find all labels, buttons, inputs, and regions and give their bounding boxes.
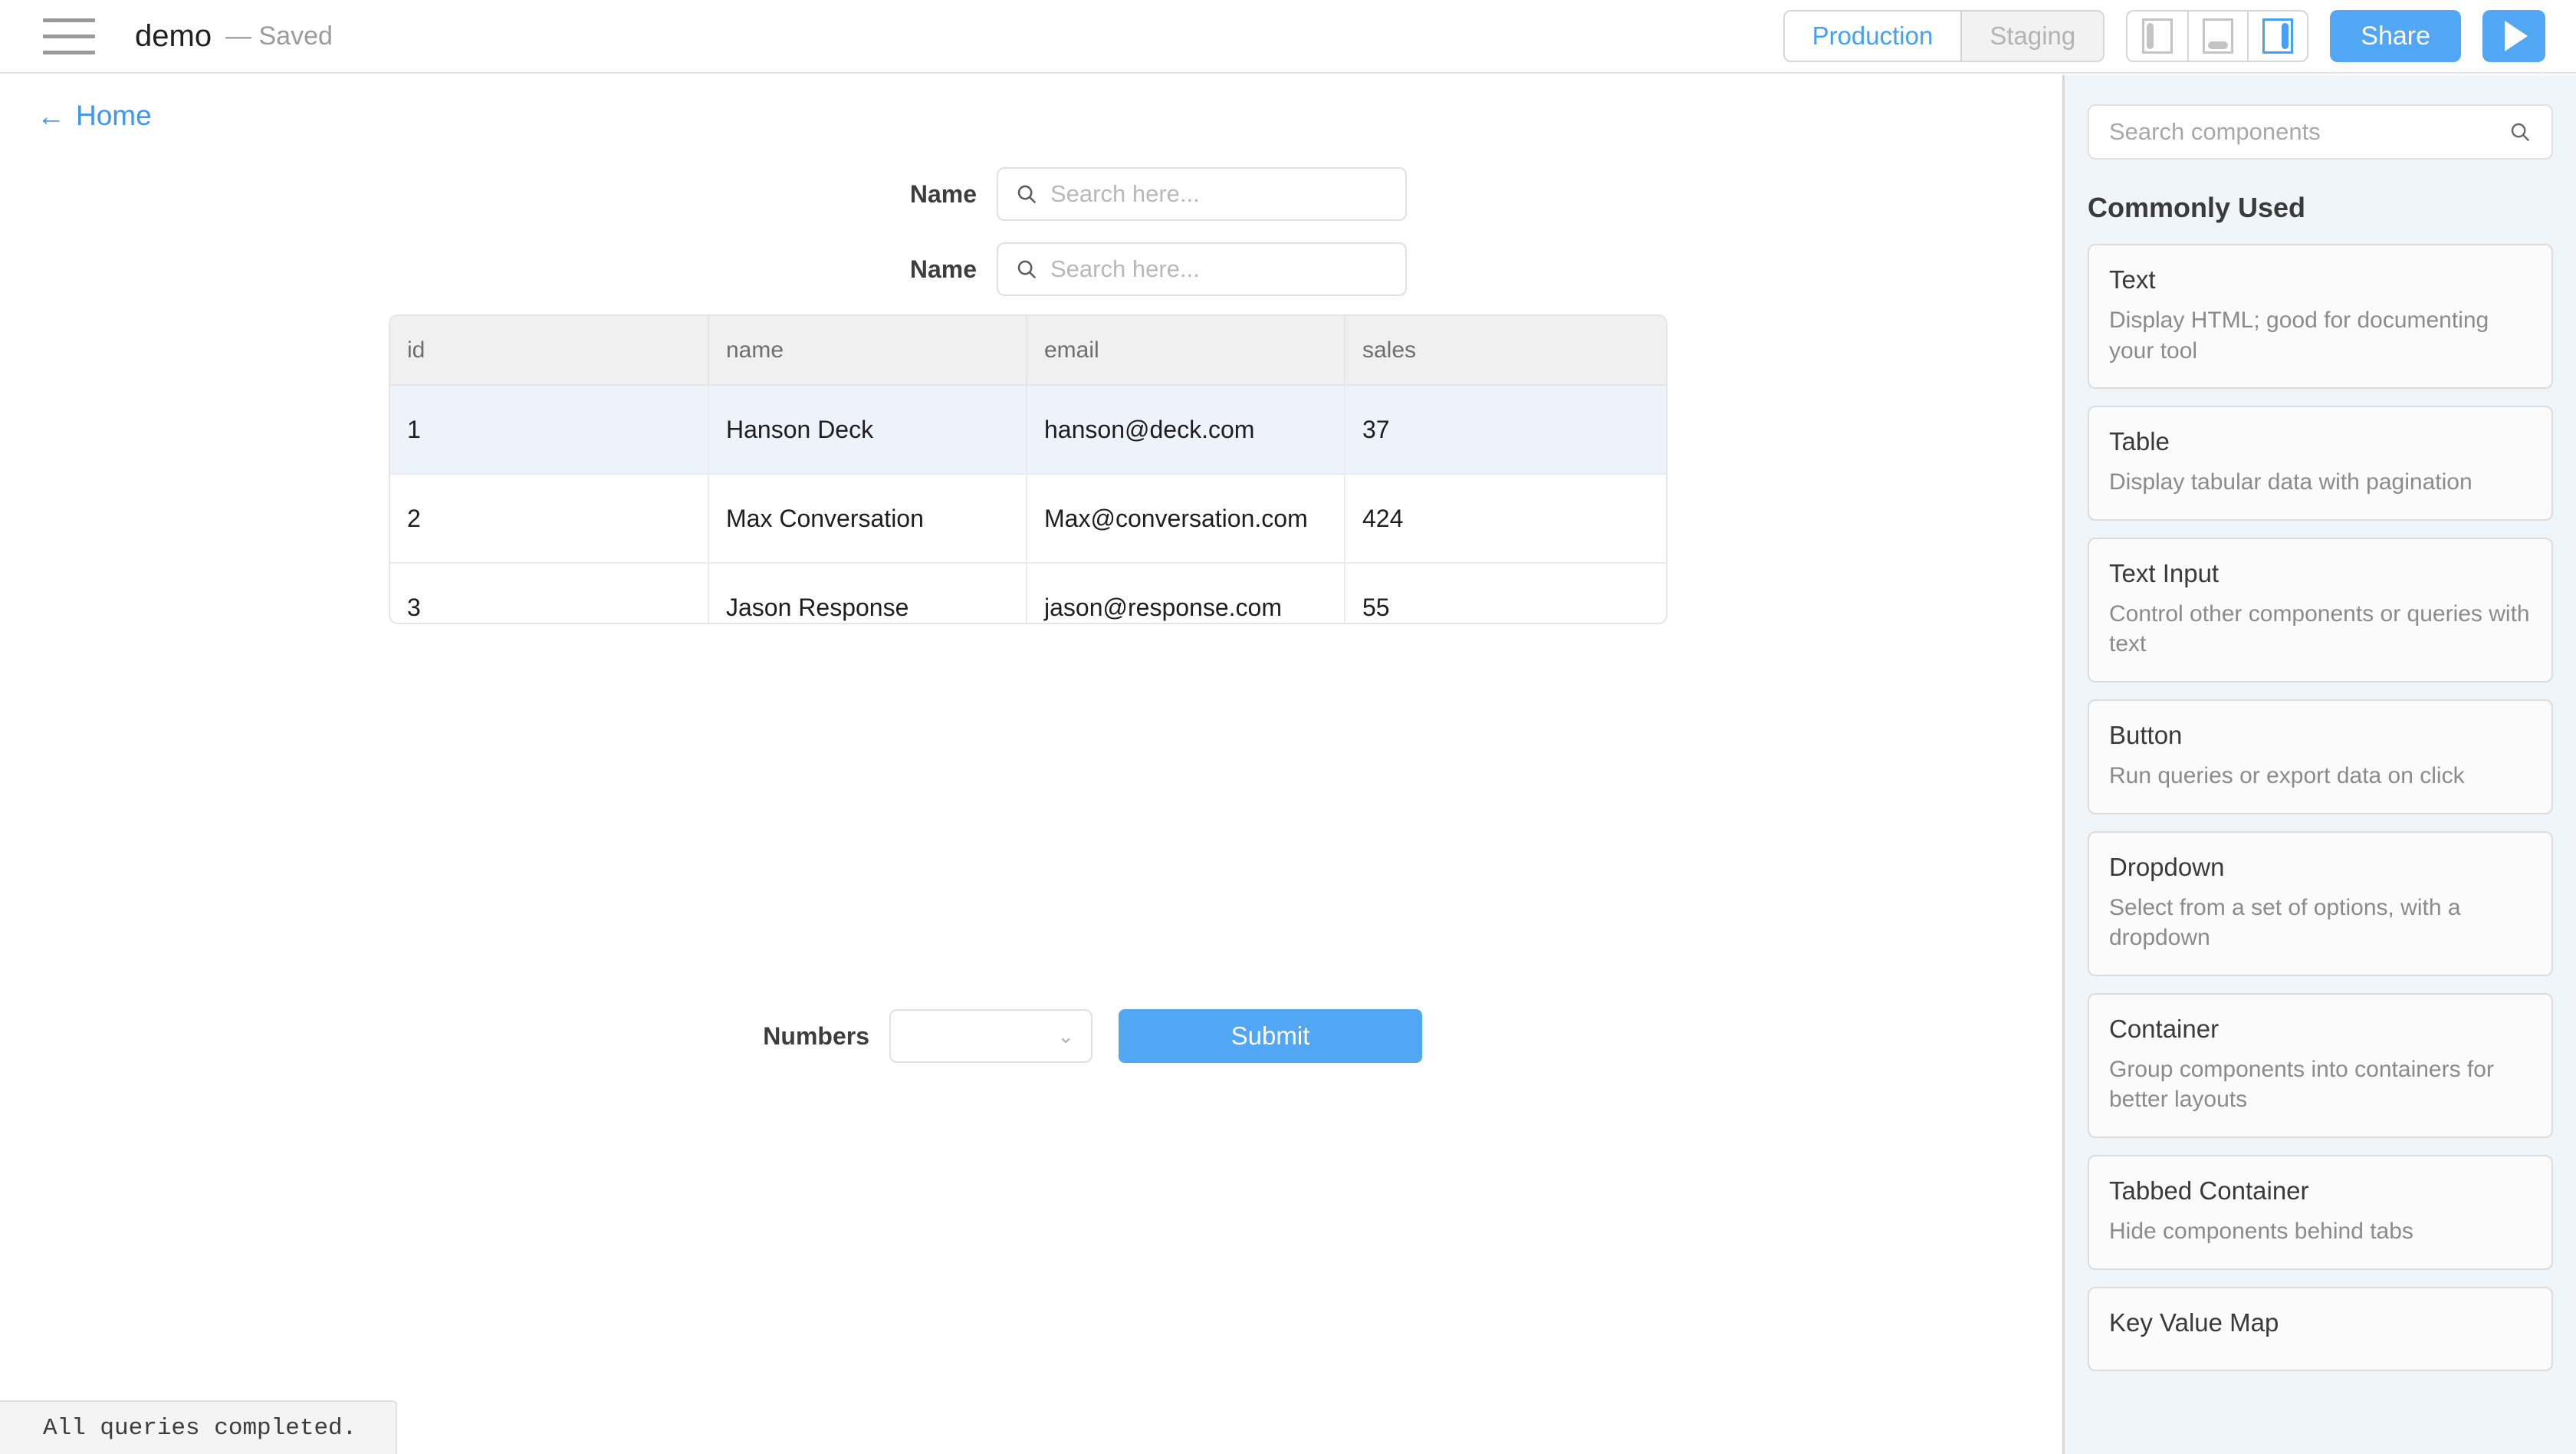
component-search-placeholder: Search components bbox=[2109, 118, 2321, 145]
numbers-dropdown[interactable]: ⌄ bbox=[889, 1009, 1092, 1063]
component-title: Text Input bbox=[2109, 558, 2220, 587]
numbers-label: Numbers bbox=[763, 1021, 869, 1050]
component-card-table[interactable]: Table Display tabular data with paginati… bbox=[2088, 406, 2553, 521]
right-panel-icon bbox=[2262, 18, 2294, 54]
table-header-row: id name email sales bbox=[390, 316, 1666, 386]
component-title: Key Value Map bbox=[2109, 1308, 2279, 1337]
back-home-link[interactable]: ← Home bbox=[37, 100, 152, 132]
table-row[interactable]: 1 Hanson Deck hanson@deck.com 37 bbox=[390, 385, 1666, 475]
right-panel-layout-button[interactable] bbox=[2247, 12, 2308, 61]
play-icon bbox=[2505, 21, 2528, 51]
sidebar-section-heading: Commonly Used bbox=[2088, 192, 2306, 223]
table-body: 1 Hanson Deck hanson@deck.com 37 2 Max C… bbox=[390, 385, 1666, 623]
cell-email: Max@conversation.com bbox=[1027, 474, 1346, 564]
cell-id: 3 bbox=[390, 563, 709, 623]
component-title: Button bbox=[2109, 720, 2183, 749]
table-row[interactable]: 2 Max Conversation Max@conversation.com … bbox=[390, 474, 1666, 564]
component-title: Table bbox=[2109, 427, 2170, 456]
component-card-dropdown[interactable]: Dropdown Select from a set of options, w… bbox=[2088, 831, 2553, 976]
back-arrow-icon: ← bbox=[37, 100, 65, 132]
component-card-container[interactable]: Container Group components into containe… bbox=[2088, 992, 2553, 1138]
name-search-placeholder-2: Search here... bbox=[1050, 255, 1200, 282]
submit-row: Numbers ⌄ Submit bbox=[0, 1009, 2062, 1063]
bottom-panel-icon bbox=[2203, 18, 2234, 54]
search-icon bbox=[2511, 123, 2530, 142]
status-bar: All queries completed. bbox=[0, 1400, 397, 1454]
name-field-row-1: Name Search here... bbox=[0, 167, 2062, 221]
column-header-name[interactable]: name bbox=[708, 316, 1027, 386]
name-label-1: Name bbox=[909, 179, 977, 208]
search-icon bbox=[1017, 185, 1037, 204]
top-bar-actions: Production Staging Share bbox=[1783, 10, 2545, 62]
cell-name: Jason Response bbox=[708, 563, 1027, 623]
component-title: Dropdown bbox=[2109, 852, 2225, 881]
table-header: id name email sales bbox=[390, 316, 1666, 386]
app-canvas: ← Home Name Search here... Name Search h… bbox=[0, 75, 2062, 1454]
cell-sales: 37 bbox=[1345, 385, 1666, 475]
component-card-tabbed-container[interactable]: Tabbed Container Hide components behind … bbox=[2088, 1154, 2553, 1270]
cell-id: 2 bbox=[390, 474, 709, 564]
table-row[interactable]: 3 Jason Response jason@response.com 55 bbox=[390, 563, 1666, 623]
app-title: demo bbox=[135, 18, 212, 53]
name-search-input-1[interactable]: Search here... bbox=[997, 167, 1407, 221]
app-root: demo — Saved Production Staging Share ← … bbox=[0, 0, 2576, 1454]
hamburger-icon[interactable] bbox=[43, 13, 104, 59]
cell-sales: 424 bbox=[1345, 474, 1666, 564]
run-button[interactable] bbox=[2482, 10, 2545, 62]
data-table-container: id name email sales 1 Hanson Deck hanson… bbox=[389, 314, 1668, 624]
share-button[interactable]: Share bbox=[2330, 10, 2461, 62]
column-header-id[interactable]: id bbox=[390, 316, 709, 386]
cell-name: Max Conversation bbox=[708, 474, 1027, 564]
component-sidebar: Search components Commonly Used Text Dis… bbox=[2062, 75, 2576, 1454]
back-home-label: Home bbox=[76, 100, 152, 131]
search-form: Name Search here... Name Search here... bbox=[0, 167, 2062, 317]
search-icon bbox=[1017, 260, 1037, 279]
env-production-button[interactable]: Production bbox=[1784, 12, 1961, 61]
save-status: — Saved bbox=[225, 21, 333, 51]
component-description: Hide components behind tabs bbox=[2109, 1218, 2413, 1244]
chevron-down-icon: ⌄ bbox=[1057, 1024, 1074, 1048]
component-card-text[interactable]: Text Display HTML; good for documenting … bbox=[2088, 244, 2553, 390]
cell-email: jason@response.com bbox=[1027, 563, 1346, 623]
component-description: Select from a set of options, with a dro… bbox=[2109, 894, 2461, 951]
component-description: Display tabular data with pagination bbox=[2109, 469, 2472, 495]
left-panel-layout-button[interactable] bbox=[2128, 12, 2188, 61]
component-description: Control other components or queries with… bbox=[2109, 600, 2530, 657]
component-card-button[interactable]: Button Run queries or export data on cli… bbox=[2088, 699, 2553, 814]
name-search-placeholder-1: Search here... bbox=[1050, 180, 1200, 207]
submit-button[interactable]: Submit bbox=[1119, 1009, 1422, 1063]
component-description: Group components into containers for bet… bbox=[2109, 1056, 2494, 1113]
cell-sales: 55 bbox=[1345, 563, 1666, 623]
status-message: All queries completed. bbox=[43, 1414, 357, 1442]
column-header-sales[interactable]: sales bbox=[1345, 316, 1666, 386]
cell-email: hanson@deck.com bbox=[1027, 385, 1346, 475]
component-title: Text bbox=[2109, 265, 2156, 294]
top-bar: demo — Saved Production Staging Share bbox=[0, 0, 2576, 74]
component-search-input[interactable]: Search components bbox=[2088, 104, 2553, 160]
layout-toggle bbox=[2126, 10, 2309, 62]
component-title: Container bbox=[2109, 1014, 2220, 1043]
component-description: Run queries or export data on click bbox=[2109, 762, 2465, 788]
component-card-key-value-map[interactable]: Key Value Map bbox=[2088, 1286, 2553, 1371]
name-field-row-2: Name Search here... bbox=[0, 242, 2062, 296]
env-staging-button[interactable]: Staging bbox=[1960, 12, 2104, 61]
component-list: Text Display HTML; good for documenting … bbox=[2065, 244, 2576, 1371]
cell-id: 1 bbox=[390, 385, 709, 475]
column-header-email[interactable]: email bbox=[1027, 316, 1346, 386]
left-panel-icon bbox=[2142, 18, 2174, 54]
bottom-panel-layout-button[interactable] bbox=[2187, 12, 2248, 61]
component-card-text-input[interactable]: Text Input Control other components or q… bbox=[2088, 537, 2553, 683]
name-search-input-2[interactable]: Search here... bbox=[997, 242, 1407, 296]
component-title: Tabbed Container bbox=[2109, 1176, 2309, 1205]
data-table: id name email sales 1 Hanson Deck hanson… bbox=[390, 316, 1666, 623]
component-description: Display HTML; good for documenting your … bbox=[2109, 308, 2489, 364]
name-label-2: Name bbox=[909, 255, 977, 283]
environment-toggle: Production Staging bbox=[1783, 10, 2105, 62]
cell-name: Hanson Deck bbox=[708, 385, 1027, 475]
